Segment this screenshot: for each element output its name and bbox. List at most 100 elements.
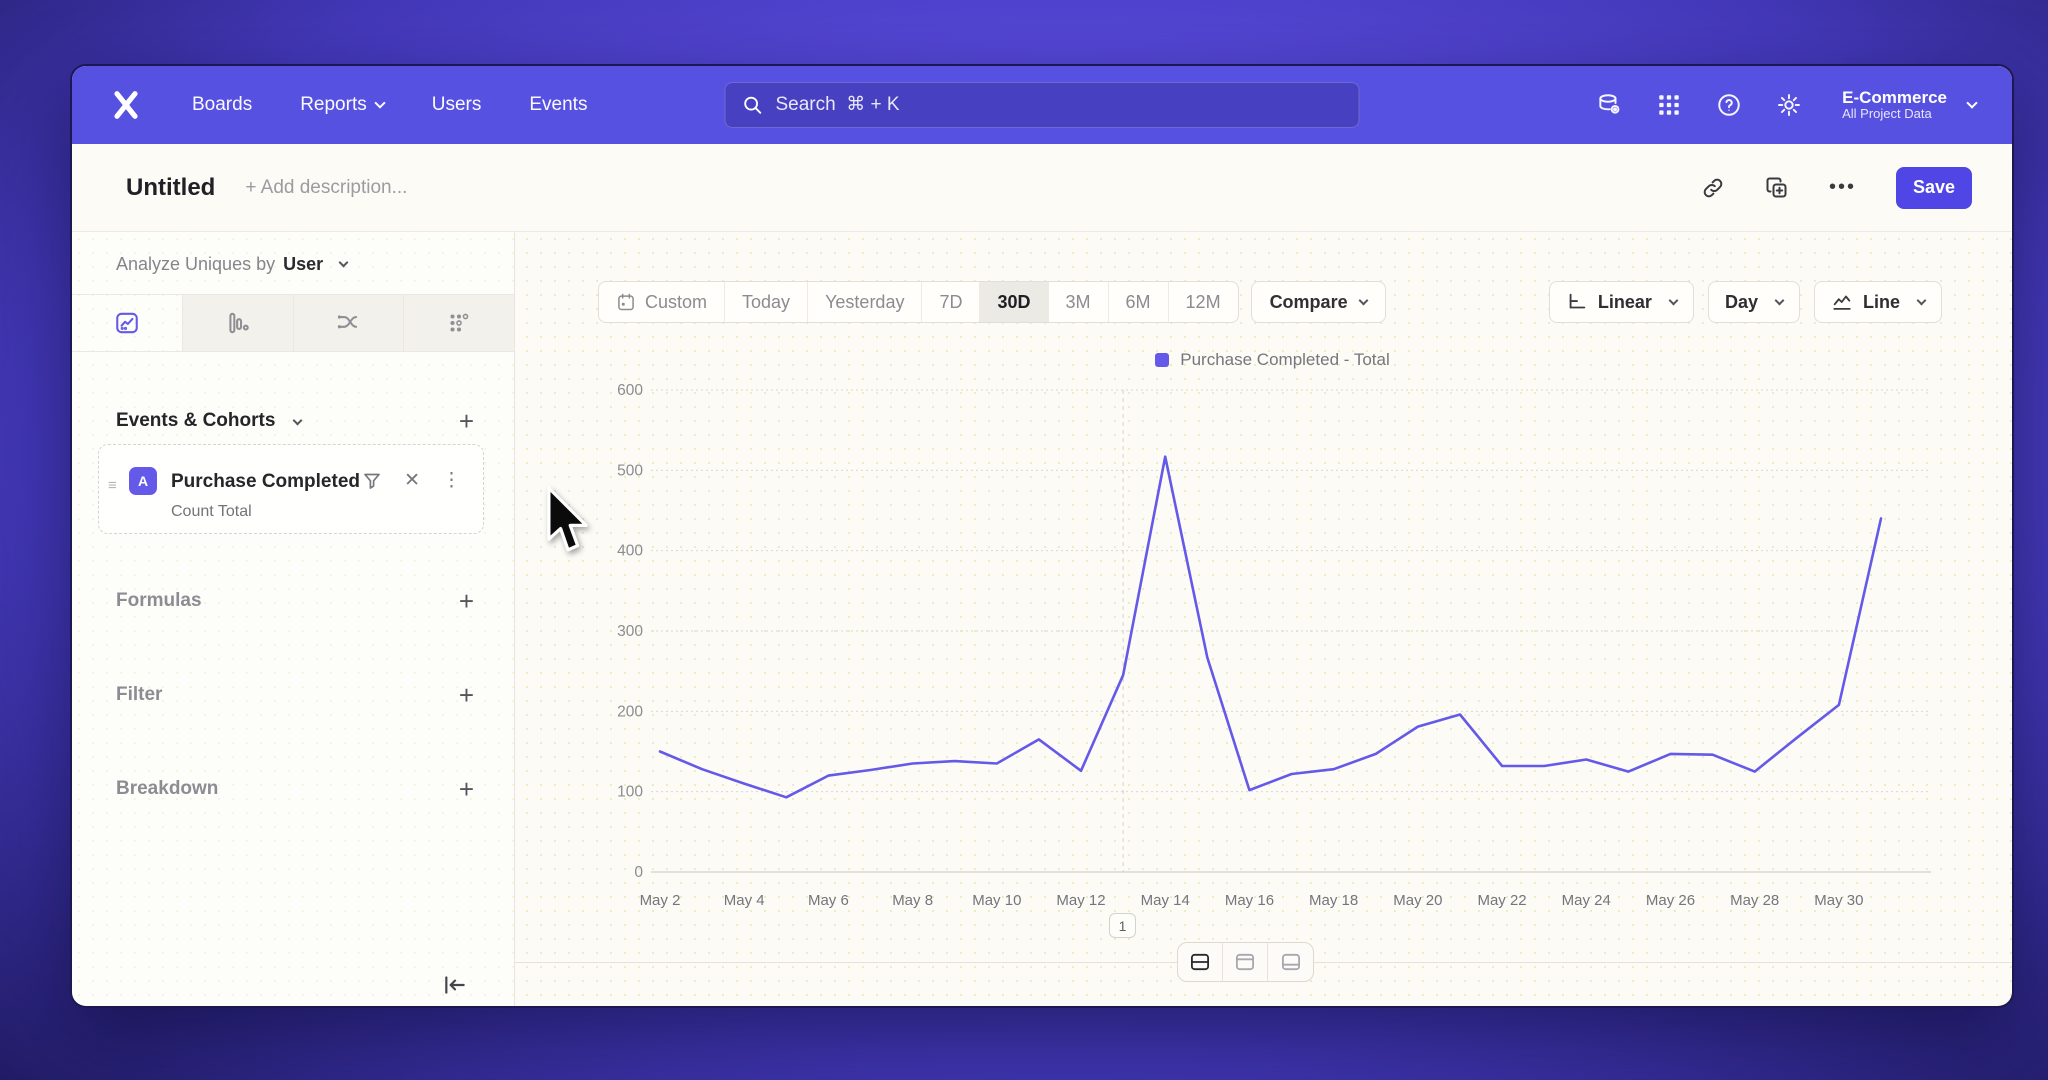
svg-text:May 16: May 16 <box>1225 892 1274 909</box>
events-cohorts-label: Events & Cohorts <box>116 410 275 432</box>
collapse-sidebar-icon[interactable] <box>442 974 468 996</box>
chevron-down-icon <box>1966 97 1977 108</box>
more-menu-icon[interactable]: ••• <box>1829 176 1856 199</box>
content: Analyze Uniques by User <box>72 232 2012 1006</box>
apps-grid-icon[interactable] <box>1656 92 1682 118</box>
analyze-label: Analyze Uniques by <box>116 254 275 275</box>
layout-bottom-icon <box>1280 953 1302 971</box>
help-icon[interactable] <box>1716 92 1742 118</box>
nav-right-actions: E-Commerce All Project Data <box>1596 88 1976 122</box>
bars-chart-icon <box>225 310 251 336</box>
duplicate-icon[interactable] <box>1765 176 1789 200</box>
insights-chart-icon <box>114 310 140 336</box>
nav-item-label: Boards <box>192 94 252 116</box>
breakdown-section: Breakdown + <box>116 776 474 802</box>
svg-text:200: 200 <box>617 703 643 720</box>
formulas-section: Formulas + <box>116 588 474 614</box>
filter-icon[interactable] <box>362 471 382 491</box>
tab-retention[interactable] <box>404 295 514 351</box>
svg-text:May 30: May 30 <box>1814 892 1863 909</box>
svg-text:0: 0 <box>634 864 643 881</box>
nav-item-reports[interactable]: Reports <box>300 94 384 116</box>
analyze-uniques-control: Analyze Uniques by User <box>116 254 347 275</box>
retention-dots-icon <box>446 310 472 336</box>
tab-insights[interactable] <box>72 295 183 351</box>
tab-flows[interactable] <box>294 295 405 351</box>
save-button[interactable]: Save <box>1896 167 1972 209</box>
layout-top-button[interactable] <box>1223 943 1268 981</box>
events-cohorts-section: Events & Cohorts + <box>116 408 474 434</box>
app-window: Boards Reports Users Events <box>72 66 2012 1006</box>
add-event-button[interactable]: + <box>459 408 474 434</box>
nav-item-label: Reports <box>300 94 367 116</box>
add-description[interactable]: + Add description... <box>245 177 407 199</box>
svg-text:May 6: May 6 <box>808 892 849 909</box>
layout-split-button[interactable] <box>1178 943 1223 981</box>
svg-text:May 14: May 14 <box>1141 892 1190 909</box>
drag-handle-icon[interactable]: ≡ <box>108 477 117 494</box>
project-name: E-Commerce <box>1842 88 1947 108</box>
nav-item-boards[interactable]: Boards <box>192 94 252 116</box>
title-actions: ••• Save <box>1701 167 1972 209</box>
nav-item-label: Users <box>432 94 482 116</box>
search-bar[interactable] <box>725 82 1360 128</box>
analyze-value-dropdown[interactable]: User <box>283 254 323 275</box>
svg-text:May 26: May 26 <box>1646 892 1695 909</box>
search-icon <box>742 94 764 116</box>
project-text: E-Commerce All Project Data <box>1842 88 1947 122</box>
breakdown-label: Breakdown <box>116 778 218 800</box>
annotation-badge[interactable]: 1 <box>1109 913 1136 938</box>
svg-text:May 28: May 28 <box>1730 892 1779 909</box>
project-scope: All Project Data <box>1842 107 1947 122</box>
nav-item-label: Events <box>529 94 587 116</box>
query-sidebar: Analyze Uniques by User <box>72 232 515 1006</box>
remove-event-icon[interactable]: ✕ <box>404 469 420 492</box>
event-card-actions: ✕ ⋮ <box>362 469 461 492</box>
svg-text:400: 400 <box>617 543 643 560</box>
search-input[interactable] <box>776 94 1343 116</box>
svg-text:May 18: May 18 <box>1309 892 1358 909</box>
report-title[interactable]: Untitled <box>126 174 215 202</box>
flows-icon <box>335 310 361 336</box>
nav-links: Boards Reports Users Events <box>192 94 587 116</box>
svg-text:May 10: May 10 <box>972 892 1021 909</box>
chart-svg[interactable]: 0100200300400500600May 2May 4May 6May 8M… <box>515 232 2012 1006</box>
svg-text:May 12: May 12 <box>1056 892 1105 909</box>
layout-toggles <box>1177 942 1314 982</box>
events-cohorts-header[interactable]: Events & Cohorts <box>116 410 301 432</box>
chevron-down-icon <box>293 415 303 425</box>
project-selector[interactable]: E-Commerce All Project Data <box>1842 88 1976 122</box>
svg-text:May 22: May 22 <box>1477 892 1526 909</box>
svg-text:May 24: May 24 <box>1562 892 1611 909</box>
chevron-down-icon <box>339 258 349 268</box>
top-nav: Boards Reports Users Events <box>72 66 2012 144</box>
layout-bottom-button[interactable] <box>1268 943 1313 981</box>
svg-text:500: 500 <box>617 462 643 479</box>
tab-funnels[interactable] <box>183 295 294 351</box>
chart-panel: Custom Today Yesterday 7D 30D 3M 6M 12M … <box>515 232 2012 1006</box>
svg-text:100: 100 <box>617 784 643 801</box>
nav-item-events[interactable]: Events <box>529 94 587 116</box>
nav-item-users[interactable]: Users <box>432 94 482 116</box>
add-breakdown-button[interactable]: + <box>459 776 474 802</box>
add-formula-button[interactable]: + <box>459 588 474 614</box>
layout-top-icon <box>1234 953 1256 971</box>
svg-text:May 8: May 8 <box>892 892 933 909</box>
svg-text:May 20: May 20 <box>1393 892 1442 909</box>
event-more-icon[interactable]: ⋮ <box>442 469 461 492</box>
svg-text:600: 600 <box>617 382 643 399</box>
settings-gear-icon[interactable] <box>1776 92 1802 118</box>
event-metric-dropdown[interactable]: Count Total <box>171 503 252 521</box>
title-bar: Untitled + Add description... ••• Save <box>72 144 2012 232</box>
event-card[interactable]: ≡ A Purchase Completed Count Total ✕ ⋮ <box>98 444 484 534</box>
filter-section: Filter + <box>116 682 474 708</box>
mixpanel-logo-icon[interactable] <box>108 87 144 123</box>
add-filter-button[interactable]: + <box>459 682 474 708</box>
filter-label: Filter <box>116 684 162 706</box>
copy-link-icon[interactable] <box>1701 176 1725 200</box>
event-badge: A <box>129 467 157 495</box>
layout-split-icon <box>1189 953 1211 971</box>
data-management-icon[interactable] <box>1596 92 1622 118</box>
chevron-down-icon <box>374 97 385 108</box>
event-title[interactable]: Purchase Completed <box>171 471 360 493</box>
